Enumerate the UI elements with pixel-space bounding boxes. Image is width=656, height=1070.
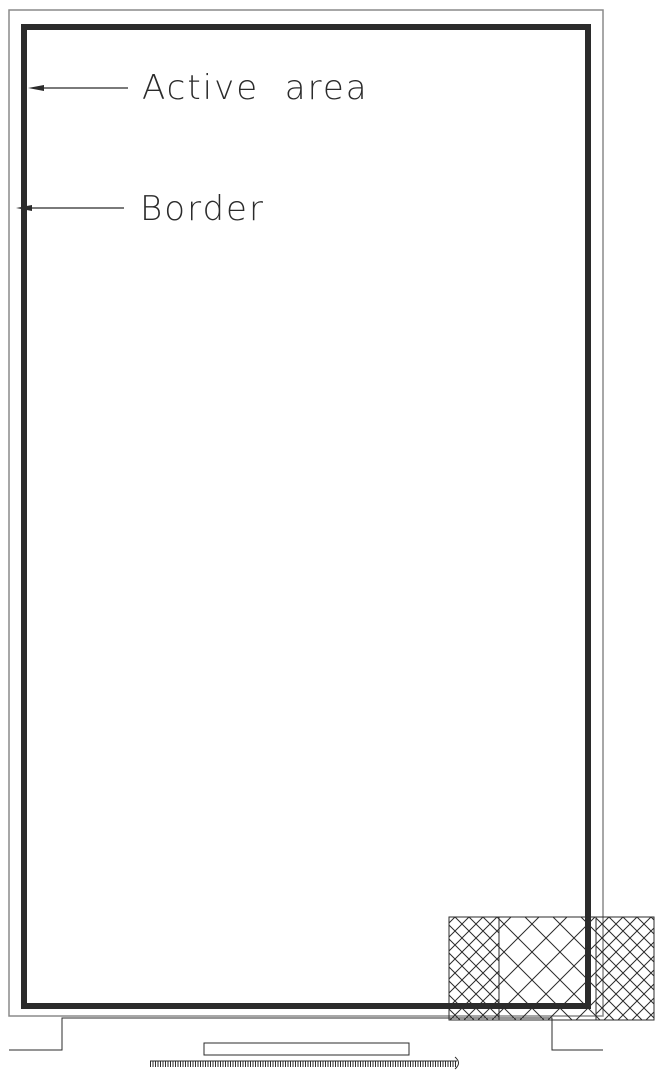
border-leader bbox=[16, 205, 124, 211]
pin-row bbox=[150, 1056, 459, 1070]
hatched-region bbox=[448, 916, 655, 1021]
connector-rect bbox=[203, 1042, 410, 1056]
display-outline-drawing: Active area Border bbox=[8, 9, 655, 1070]
flex-tail-outline bbox=[9, 1017, 603, 1051]
active-area-rect bbox=[21, 24, 591, 1009]
border-label: Border bbox=[140, 189, 265, 229]
active-area-label: Active area bbox=[142, 68, 369, 108]
module-outline bbox=[8, 9, 604, 1017]
active-area-leader bbox=[28, 85, 128, 91]
